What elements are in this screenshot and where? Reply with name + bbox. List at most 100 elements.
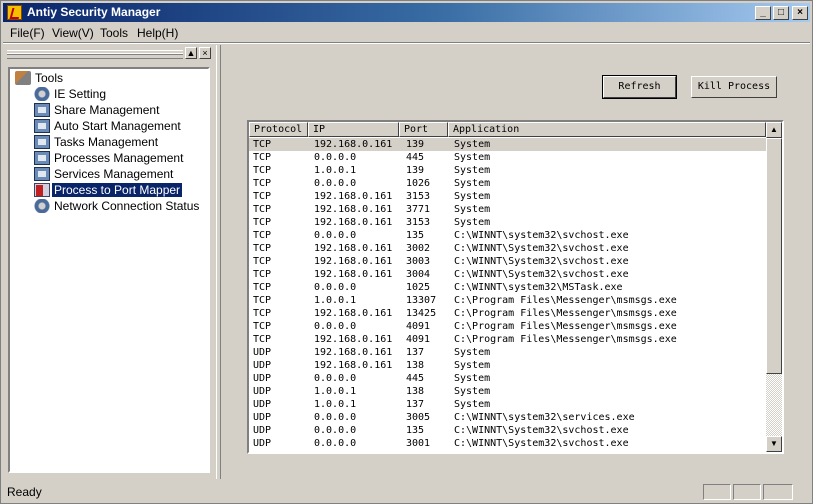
table-row[interactable]: TCP 0.0.0.0 135 C:\WINNT\system32\svchost.e… — [249, 229, 766, 242]
table-row[interactable]: TCP 1.0.0.1 13307 C:\Program Files\Messenge… — [249, 294, 766, 307]
cell-port: 137 — [406, 399, 425, 410]
table-row[interactable]: TCP 192.168.0.161 3153 System — [249, 216, 766, 229]
tree-item-tasks[interactable]: Tasks Management — [34, 134, 159, 150]
menu-file[interactable]: File(F) — [10, 26, 45, 40]
tree-item-auto-start[interactable]: Auto Start Management — [34, 118, 181, 134]
column-header-ip[interactable]: IP — [308, 122, 399, 137]
table-row[interactable]: TCP 1.0.0.1 139 System — [249, 164, 766, 177]
table-row[interactable]: TCP 0.0.0.0 1026 System — [249, 177, 766, 190]
tree-item-services[interactable]: Services Management — [34, 166, 173, 182]
cell-port: 4091 — [406, 334, 431, 345]
cell-protocol: TCP — [253, 321, 272, 332]
menu-view[interactable]: View(V) — [52, 26, 94, 40]
tree-item-share-management[interactable]: Share Management — [34, 102, 160, 118]
table-row[interactable]: UDP 0.0.0.0 135 C:\WINNT\System32\svchost.e… — [249, 424, 766, 437]
status-panel — [703, 484, 731, 500]
pane-grip[interactable] — [7, 50, 183, 59]
maximize-button[interactable]: □ — [773, 6, 789, 20]
port-list: Protocol IP Port Application TCP 192.168.… — [247, 120, 784, 454]
tree-item-label: Processes Management — [54, 151, 184, 165]
tree-item-processes[interactable]: Processes Management — [34, 150, 184, 166]
cell-ip: 192.168.0.161 — [314, 308, 393, 319]
cell-application: C:\Program Files\Messenger\msmsgs.exe — [454, 321, 677, 332]
table-row[interactable]: TCP 192.168.0.161 3003 C:\WINNT\System32\sv… — [249, 255, 766, 268]
tree-item-ie-setting[interactable]: IE Setting — [34, 86, 107, 102]
cell-application: System — [454, 347, 491, 358]
cell-ip: 192.168.0.161 — [314, 243, 393, 254]
cell-application: System — [454, 139, 491, 150]
tree-root-tools[interactable]: Tools — [15, 70, 64, 86]
cell-application: System — [454, 360, 491, 371]
cell-protocol: UDP — [253, 425, 272, 436]
cell-protocol: TCP — [253, 178, 272, 189]
table-row[interactable]: UDP 1.0.0.1 138 System — [249, 385, 766, 398]
table-row[interactable]: TCP 192.168.0.161 3771 System — [249, 203, 766, 216]
table-row[interactable]: UDP 0.0.0.0 445 System — [249, 372, 766, 385]
table-row[interactable]: UDP 192.168.0.161 138 System — [249, 359, 766, 372]
pane-close-button[interactable]: × — [199, 47, 211, 59]
table-row[interactable]: TCP 192.168.0.161 3002 C:\WINNT\System32\sv… — [249, 242, 766, 255]
cell-port: 139 — [406, 165, 425, 176]
minimize-button[interactable]: _ — [755, 6, 771, 20]
table-row[interactable]: TCP 192.168.0.161 3153 System — [249, 190, 766, 203]
port-mapper-icon — [34, 183, 50, 197]
column-header-application[interactable]: Application — [448, 122, 766, 137]
vertical-scrollbar[interactable]: ▲ ▼ — [766, 122, 782, 452]
status-bar: Ready — [3, 482, 810, 502]
status-panel — [733, 484, 761, 500]
cell-ip: 192.168.0.161 — [314, 217, 393, 228]
cell-port: 138 — [406, 360, 425, 371]
scroll-up-button[interactable]: ▲ — [766, 122, 782, 138]
table-row[interactable]: TCP 192.168.0.161 3004 C:\WINNT\System32\sv… — [249, 268, 766, 281]
services-icon — [34, 167, 50, 181]
cell-protocol: TCP — [253, 165, 272, 176]
cell-port: 3002 — [406, 243, 431, 254]
table-row[interactable]: TCP 192.168.0.161 13425 C:\Program Files\Me… — [249, 307, 766, 320]
scroll-down-button[interactable]: ▼ — [766, 436, 782, 452]
scroll-track[interactable] — [766, 374, 782, 436]
pane-splitter[interactable] — [216, 45, 221, 479]
table-row[interactable]: TCP 0.0.0.0 4091 C:\Program Files\Messenger… — [249, 320, 766, 333]
pane-pin-button[interactable]: ▲ — [185, 47, 197, 59]
title-bar[interactable]: Antiy Security Manager _ □ × — [3, 3, 810, 22]
cell-protocol: UDP — [253, 360, 272, 371]
app-window: Antiy Security Manager _ □ × File(F) Vie… — [0, 0, 813, 504]
cell-ip: 192.168.0.161 — [314, 334, 393, 345]
tree-item-label: Tasks Management — [54, 135, 159, 149]
cell-application: C:\WINNT\System32\svchost.exe — [454, 243, 629, 254]
table-row[interactable]: UDP 0.0.0.0 3001 C:\WINNT\System32\svchost.… — [249, 437, 766, 450]
cell-protocol: TCP — [253, 308, 272, 319]
menu-help[interactable]: Help(H) — [137, 26, 178, 40]
cell-ip: 0.0.0.0 — [314, 373, 357, 384]
column-header-port[interactable]: Port — [399, 122, 448, 137]
tree-item-label: IE Setting — [54, 87, 107, 101]
table-row[interactable]: TCP 0.0.0.0 445 System — [249, 151, 766, 164]
table-row[interactable]: TCP 192.168.0.161 4091 C:\Program Files\Mes… — [249, 333, 766, 346]
scroll-thumb[interactable] — [766, 138, 782, 374]
kill-process-button[interactable]: Kill Process — [691, 76, 777, 98]
menu-tools[interactable]: Tools — [100, 26, 128, 40]
cell-application: System — [454, 165, 491, 176]
close-button[interactable]: × — [792, 6, 808, 20]
cell-application: System — [454, 399, 491, 410]
cell-ip: 1.0.0.1 — [314, 165, 357, 176]
cell-ip: 192.168.0.161 — [314, 347, 393, 358]
cell-application: C:\WINNT\System32\svchost.exe — [454, 425, 629, 436]
cell-ip: 192.168.0.161 — [314, 360, 393, 371]
column-header-protocol[interactable]: Protocol — [249, 122, 308, 137]
table-row[interactable]: TCP 0.0.0.0 1025 C:\WINNT\system32\MSTask.e… — [249, 281, 766, 294]
tree-item-network-status[interactable]: Network Connection Status — [34, 198, 199, 214]
tree-item-port-mapper[interactable]: Process to Port Mapper — [34, 182, 183, 198]
tree-item-label: Share Management — [54, 103, 160, 117]
tree-root-label: Tools — [35, 71, 64, 85]
cell-application: C:\WINNT\system32\services.exe — [454, 412, 635, 423]
table-row[interactable]: UDP 0.0.0.0 3005 C:\WINNT\system32\services… — [249, 411, 766, 424]
table-row[interactable]: UDP 192.168.0.161 137 System — [249, 346, 766, 359]
cell-application: System — [454, 373, 491, 384]
refresh-button[interactable]: Refresh — [602, 75, 677, 99]
cell-application: System — [454, 386, 491, 397]
window-title: Antiy Security Manager — [27, 5, 161, 19]
table-row[interactable]: UDP 1.0.0.1 137 System — [249, 398, 766, 411]
table-row[interactable]: TCP 192.168.0.161 139 System — [249, 138, 766, 151]
status-panel — [763, 484, 793, 500]
